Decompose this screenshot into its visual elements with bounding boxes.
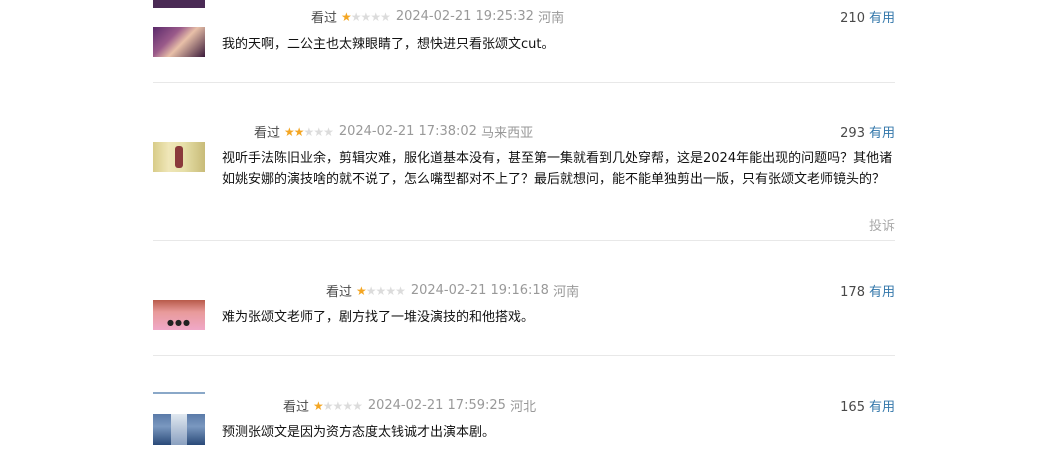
comment-location: 河北 [510, 400, 537, 415]
rating-stars: ★ ★ ★ ★ ★ [284, 124, 334, 139]
star-empty-icon: ★ [303, 124, 315, 139]
star-empty-icon: ★ [395, 283, 406, 298]
comment-meta: 看过 ★ ★ ★ ★ ★ 2024-02-21 17:38:02 马来西亚 [254, 122, 533, 141]
star-empty-icon: ★ [332, 398, 344, 413]
star-empty-icon: ★ [352, 398, 363, 413]
star-empty-icon: ★ [365, 283, 377, 298]
star-empty-icon: ★ [342, 398, 353, 413]
star-empty-icon: ★ [313, 124, 324, 139]
comment-text: 我的天啊，二公主也太辣眼睛了，想快进只看张颂文cut。 [222, 37, 555, 52]
divider [153, 355, 895, 356]
avatar[interactable]: ●●● [153, 300, 205, 330]
comment-location: 河南 [538, 11, 565, 26]
vote-count: 293 [840, 126, 865, 141]
star-empty-icon: ★ [370, 9, 381, 24]
watch-status: 看过 [311, 11, 338, 26]
useful-button[interactable]: 有用 [869, 285, 895, 300]
divider [153, 240, 895, 241]
useful-button[interactable]: 有用 [869, 400, 895, 415]
vote-count: 165 [840, 400, 865, 415]
useful-button[interactable]: 有用 [869, 11, 895, 26]
watch-status: 看过 [254, 126, 281, 141]
avatar[interactable] [153, 414, 205, 445]
comment-location: 马来西亚 [481, 126, 534, 141]
star-filled-icon: ★ [293, 124, 305, 139]
comment-text: 难为张颂文老师了，剧方找了一堆没演技的和他搭戏。 [222, 310, 535, 325]
star-filled-icon: ★ [356, 283, 367, 298]
comment-text: 预测张颂文是因为资方态度太钱诚才出演本剧。 [222, 425, 496, 440]
star-empty-icon: ★ [323, 124, 334, 139]
vote-area: 293 有用 [840, 122, 895, 141]
avatar[interactable] [153, 27, 205, 57]
vote-area: 165 有用 [840, 396, 895, 415]
rating-stars: ★ ★ ★ ★ ★ [313, 398, 363, 413]
comment-location: 河南 [553, 285, 580, 300]
star-empty-icon: ★ [350, 9, 362, 24]
comment-meta: 看过 ★ ★ ★ ★ ★ 2024-02-21 19:25:32 河南 [311, 7, 564, 26]
divider [153, 82, 895, 83]
vote-area: 210 有用 [840, 7, 895, 26]
avatar[interactable] [153, 392, 205, 394]
avatar[interactable] [153, 142, 205, 172]
star-empty-icon: ★ [375, 283, 387, 298]
watch-status: 看过 [283, 400, 310, 415]
comment-meta: 看过 ★ ★ ★ ★ ★ 2024-02-21 19:16:18 河南 [326, 281, 579, 300]
comment-time: 2024-02-21 17:38:02 [338, 124, 477, 139]
useful-button[interactable]: 有用 [869, 126, 895, 141]
rating-stars: ★ ★ ★ ★ ★ [356, 283, 406, 298]
comment-text: 视听手法陈旧业余，剪辑灾难，服化道基本没有，甚至第一集就看到几处穿帮，这是202… [222, 151, 893, 187]
comment-time: 2024-02-21 19:16:18 [410, 283, 549, 298]
vote-area: 178 有用 [840, 281, 895, 300]
watch-status: 看过 [326, 285, 353, 300]
avatar[interactable] [153, 0, 205, 8]
star-empty-icon: ★ [322, 398, 334, 413]
vote-count: 178 [840, 285, 865, 300]
star-filled-icon: ★ [284, 124, 295, 139]
vote-count: 210 [840, 11, 865, 26]
report-button[interactable]: 投诉 [869, 215, 895, 234]
comment-meta: 看过 ★ ★ ★ ★ ★ 2024-02-21 17:59:25 河北 [283, 396, 536, 415]
star-empty-icon: ★ [380, 9, 391, 24]
star-filled-icon: ★ [313, 398, 324, 413]
comment-time: 2024-02-21 17:59:25 [367, 398, 506, 413]
star-empty-icon: ★ [385, 283, 396, 298]
star-filled-icon: ★ [341, 9, 352, 24]
comment-time: 2024-02-21 19:25:32 [395, 9, 534, 24]
rating-stars: ★ ★ ★ ★ ★ [341, 9, 391, 24]
star-empty-icon: ★ [360, 9, 372, 24]
